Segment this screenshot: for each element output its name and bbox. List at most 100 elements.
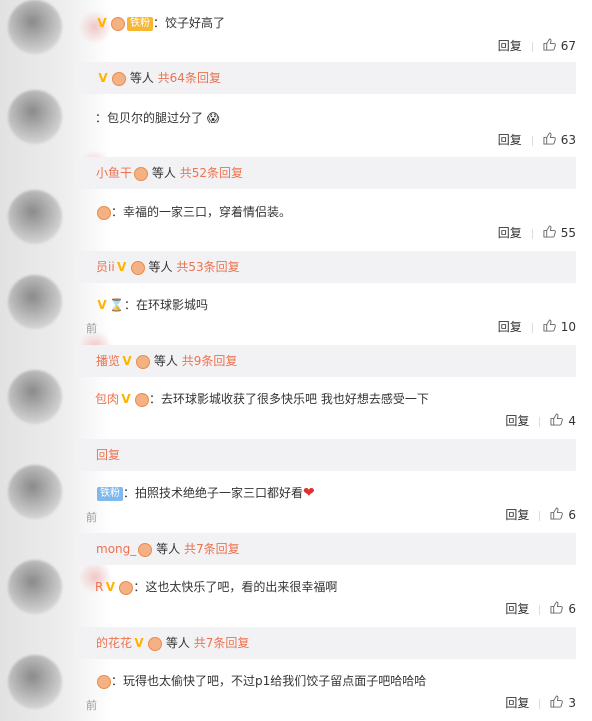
thumbs-up-icon[interactable] [543, 225, 556, 238]
reply-button[interactable]: 回复 [498, 133, 522, 147]
medal-icon [97, 674, 111, 689]
thumbs-up-icon[interactable] [543, 38, 556, 51]
avatar[interactable] [8, 190, 62, 244]
vip-v-icon: V [97, 298, 107, 312]
sub-thread-name[interactable]: 员ii [96, 260, 115, 274]
divider [539, 510, 541, 521]
sub-thread-tail: 等人 [156, 542, 181, 556]
reply-button[interactable]: 回复 [505, 508, 529, 522]
avatar[interactable] [8, 90, 62, 144]
sub-thread-name[interactable]: 播览 [96, 354, 120, 368]
comment-time: 前 [86, 511, 97, 524]
vip-v-icon: V [121, 392, 131, 406]
comment-text-line: ：玩得也太偷快了吧，不过p1给我们饺子留点面子吧哈哈哈 [95, 672, 426, 690]
comment-actions: 回复 10 [498, 318, 576, 336]
medal-icon [130, 260, 145, 275]
comment-text-line: V 铁粉 ：饺子好高了 [95, 14, 225, 32]
comment-actions: 回复 3 [505, 694, 576, 712]
avatar[interactable] [8, 655, 62, 709]
thumbs-up-icon[interactable] [543, 132, 556, 145]
sub-thread-count[interactable]: 共64条回复 [158, 71, 221, 85]
comment-username[interactable]: 包肉 [95, 392, 119, 406]
comment-text-line: ：包贝尔的腿过分了 😱 [95, 109, 219, 127]
sub-thread-summary[interactable]: mong_ 等人 共7条回复 [78, 533, 576, 565]
thumbs-up-icon[interactable] [550, 507, 564, 520]
like-count: 6 [568, 508, 576, 522]
vip-v-icon: V [98, 71, 108, 85]
comment-text-line: 铁粉 ：拍照技术绝绝子一家三口都好看❤ [95, 484, 315, 502]
fan-badge: 铁粉 [127, 16, 153, 31]
sub-thread-name[interactable]: mong_ [96, 542, 136, 556]
comment-actions: 回复 6 [505, 600, 576, 618]
reply-button[interactable]: 回复 [498, 39, 522, 53]
heart-icon: ❤ [303, 485, 315, 501]
avatar[interactable] [8, 465, 62, 519]
avatar[interactable] [8, 275, 62, 329]
avatar[interactable] [8, 370, 62, 424]
sub-thread-summary[interactable]: 小鱼干 等人 共52条回复 [78, 157, 576, 189]
thumbs-up-icon[interactable] [550, 601, 564, 614]
vip-v-icon: V [117, 260, 127, 274]
sub-thread-count[interactable]: 共7条回复 [184, 542, 240, 556]
reply-button[interactable]: 回复 [505, 602, 529, 616]
sub-thread-summary[interactable]: 员ii V 等人 共53条回复 [78, 251, 576, 283]
sub-thread-tail: 等人 [148, 260, 173, 274]
thumbs-up-icon[interactable] [550, 413, 564, 426]
sub-thread-count[interactable]: 共53条回复 [176, 260, 239, 274]
thumbs-up-icon[interactable] [550, 695, 564, 708]
sub-thread-name[interactable]: 的花花 [96, 636, 132, 650]
comment-actions: 回复 6 [505, 506, 576, 524]
sub-thread-summary[interactable]: 回复 [78, 439, 576, 471]
comment-text: ：饺子好高了 [153, 16, 226, 30]
like-count: 6 [568, 602, 576, 616]
reply-button[interactable]: 回复 [498, 226, 522, 240]
comment-text: ：这也太快乐了吧，看的出来很幸福啊 [133, 580, 338, 594]
sub-thread-count[interactable]: 回复 [96, 448, 120, 462]
reply-button[interactable]: 回复 [505, 696, 529, 710]
sub-thread-tail: 等人 [153, 354, 178, 368]
medal-icon [97, 205, 111, 220]
comment-time: 前 [86, 322, 97, 335]
medal-icon [111, 16, 125, 31]
sub-thread-count[interactable]: 共9条回复 [182, 354, 238, 368]
comment-text: ：玩得也太偷快了吧，不过p1给我们饺子留点面子吧哈哈哈 [111, 674, 427, 688]
reply-button[interactable]: 回复 [498, 320, 522, 334]
hourglass-icon: ⌛ [109, 298, 124, 312]
comment-actions: 回复 55 [498, 224, 576, 242]
vip-v-icon: V [122, 354, 132, 368]
comment-actions: 回复 63 [498, 131, 576, 149]
like-count: 3 [568, 696, 576, 710]
divider [539, 604, 541, 615]
avatar[interactable] [8, 0, 62, 54]
divider [531, 41, 533, 52]
comment-time: 前 [86, 699, 97, 712]
medal-icon [136, 354, 151, 369]
thumbs-up-icon[interactable] [543, 319, 556, 332]
comment-text: ：去环球影城收获了很多快乐吧 我也好想去感受一下 [149, 392, 429, 406]
sub-thread-name[interactable]: 小鱼干 [96, 166, 132, 180]
reply-button[interactable]: 回复 [505, 414, 529, 428]
like-count: 67 [560, 39, 576, 53]
sub-thread-tail: 等人 [129, 71, 154, 85]
comment-actions: 回复 4 [505, 412, 576, 430]
comment-username[interactable]: R [95, 580, 103, 594]
divider [531, 228, 533, 239]
comment-text-line: 包肉 V ：去环球影城收获了很多快乐吧 我也好想去感受一下 [95, 390, 429, 408]
like-count: 63 [560, 133, 576, 147]
comment-text-line: ：幸福的一家三口，穿着情侣装。 [95, 203, 291, 221]
sub-thread-summary[interactable]: 的花花 V 等人 共7条回复 [78, 627, 576, 659]
sub-thread-summary[interactable]: 播览 V 等人 共9条回复 [78, 345, 576, 377]
comment-text: ：幸福的一家三口，穿着情侣装。 [111, 205, 292, 219]
sub-thread-count[interactable]: 共52条回复 [180, 166, 243, 180]
medal-icon [138, 542, 153, 557]
divider [531, 322, 533, 333]
avatar[interactable] [8, 560, 62, 614]
vip-v-icon: V [97, 16, 107, 30]
divider [531, 135, 533, 146]
sub-thread-count[interactable]: 共7条回复 [194, 636, 250, 650]
medal-icon [119, 580, 134, 595]
sub-thread-summary[interactable]: V 等人 共64条回复 [78, 62, 576, 94]
divider [539, 698, 541, 709]
comment-text: ：在环球影城吗 [123, 298, 208, 312]
medal-icon [112, 71, 126, 86]
